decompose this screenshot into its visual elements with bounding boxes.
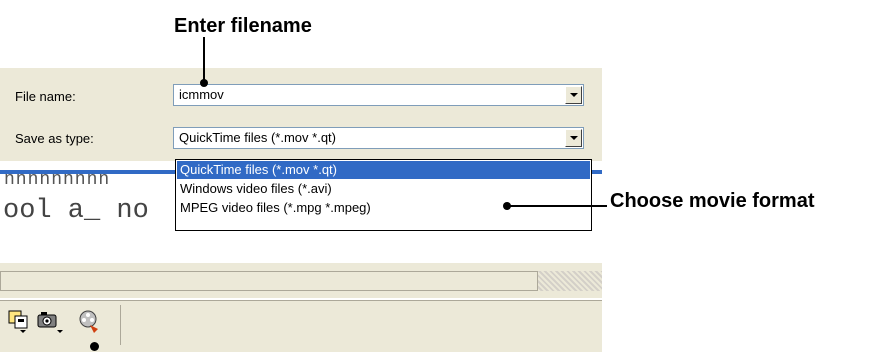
save-as-type-select[interactable]: QuickTime files (*.mov *.qt) <box>173 127 584 149</box>
scrollbar-region <box>0 263 602 298</box>
toolbar-leader-dot <box>90 342 99 351</box>
movie-reel-icon[interactable] <box>78 309 102 335</box>
save-frame-icon[interactable] <box>8 309 32 335</box>
format-leader-line <box>509 205 607 207</box>
horizontal-scrollbar[interactable] <box>0 271 538 291</box>
toolbar-separator <box>120 305 121 345</box>
file-name-input[interactable]: icmmov <box>179 87 224 102</box>
format-option-avi[interactable]: Windows video files (*.avi) <box>177 180 590 198</box>
callout-choose-movie-format: Choose movie format <box>610 190 815 212</box>
format-leader-dot <box>503 202 511 210</box>
callout-enter-filename: Enter filename <box>174 15 312 37</box>
format-option-mpeg[interactable]: MPEG video files (*.mpg *.mpeg) <box>177 199 590 217</box>
save-as-type-label: Save as type: <box>15 131 94 146</box>
scrollbar-filler <box>538 271 602 291</box>
save-dialog-panel: File name: icmmov Save as type: QuickTim… <box>0 68 602 161</box>
file-name-dropdown-button[interactable] <box>565 86 582 104</box>
file-name-combobox[interactable]: icmmov <box>173 84 584 106</box>
save-as-type-dropdown-button[interactable] <box>565 129 582 147</box>
file-name-label: File name: <box>15 89 76 104</box>
background-code-line-1: nnnnnnnnn <box>4 170 111 190</box>
format-dropdown-list[interactable]: QuickTime files (*.mov *.qt) Windows vid… <box>175 159 592 231</box>
background-code-line-2: ool a_ no <box>3 196 149 226</box>
filename-leader-dot <box>200 79 208 87</box>
save-as-type-value: QuickTime files (*.mov *.qt) <box>179 130 336 145</box>
camera-dropdown-icon[interactable] <box>36 309 63 335</box>
format-option-quicktime[interactable]: QuickTime files (*.mov *.qt) <box>177 161 590 179</box>
filename-leader-line <box>203 37 205 83</box>
